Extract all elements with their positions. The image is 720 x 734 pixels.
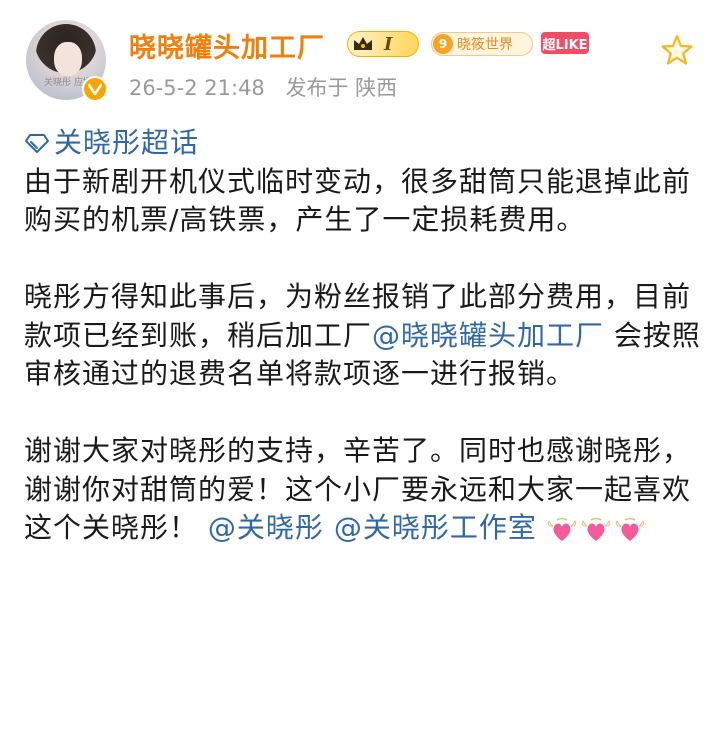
hearts-row [547, 510, 649, 549]
super-like-badge[interactable]: 超LIKE [541, 32, 589, 54]
paragraph-2: 晓彤方得知此事后，为粉丝报销了此部分费用，目前款项已经到账，稍后加工厂@晓晓罐头… [24, 278, 704, 394]
username[interactable]: 晓晓罐头加工厂 [129, 26, 325, 65]
diamond-topic-icon [25, 134, 49, 154]
paragraph-1: 由于新剧开机仪式临时变动，很多甜筒只能退掉此前购买的机票/高铁票，产生了一定损耗… [24, 164, 692, 237]
verified-v-icon [82, 76, 108, 102]
world-badge-label: 晓筱世界 [457, 37, 513, 53]
post-header: 关晓彤 应援站 晓晓罐头加工厂 I 9 晓筱世界 超LIKE 26-5-2 21… [0, 0, 720, 110]
level-badge[interactable]: I [347, 31, 419, 57]
post-timestamp: 26-5-2 21:48 [129, 76, 265, 100]
topic-link[interactable]: 关晓彤超话 [54, 124, 199, 163]
post-body: 关晓彤超话 由于新剧开机仪式临时变动，很多甜筒只能退掉此前购买的机票/高铁票，产… [24, 124, 704, 548]
world-badge-number: 9 [433, 34, 453, 54]
heart-with-wings-icon [547, 517, 577, 541]
star-icon[interactable] [657, 30, 697, 70]
crown-icon [354, 37, 372, 50]
mention-guan-xiaotong[interactable]: @关晓彤 [208, 511, 324, 544]
paragraph-3: 谢谢大家对晓彤的支持，辛苦了。同时也感谢晓彤，谢谢你对甜筒的爱！这个小厂要永远和… [24, 432, 704, 548]
mention-studio[interactable]: @关晓彤工作室 [334, 511, 537, 544]
topic-line: 关晓彤超话 [24, 124, 704, 163]
world-badge[interactable]: 9 晓筱世界 [431, 32, 533, 56]
post-meta: 26-5-2 21:48 发布于 陕西 [129, 72, 411, 102]
mention-factory[interactable]: @晓晓罐头加工厂 [372, 319, 604, 352]
heart-with-wings-icon [615, 517, 645, 541]
heart-with-wings-icon [581, 517, 611, 541]
post-location: 发布于 陕西 [285, 76, 398, 100]
level-number: I [384, 33, 393, 55]
avatar-face [54, 42, 82, 76]
